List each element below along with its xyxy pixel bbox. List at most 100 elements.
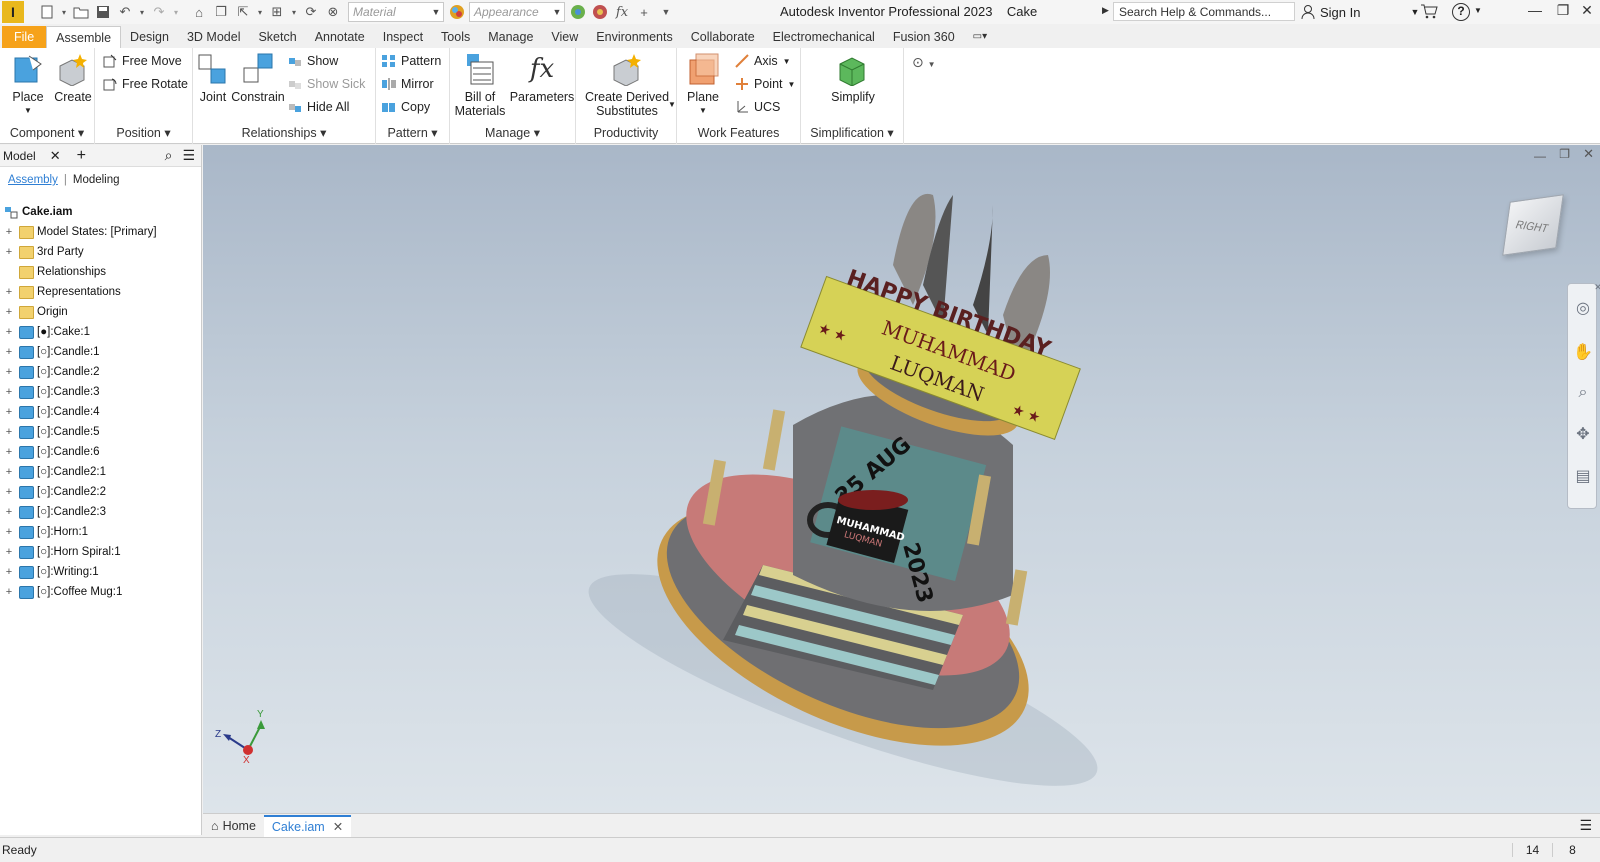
inventor-logo-icon[interactable]: I bbox=[2, 1, 24, 23]
axis-button[interactable]: Axis ▼ bbox=[735, 54, 791, 68]
measure-icon[interactable]: ⊞ bbox=[268, 3, 286, 21]
menu-icon[interactable]: ☰ bbox=[182, 147, 195, 164]
tree-node[interactable]: + [○]:Candle2:2 bbox=[0, 482, 202, 502]
measure-dropdown-icon[interactable]: ▾ bbox=[290, 3, 298, 21]
expand-icon[interactable]: + bbox=[3, 286, 15, 298]
create-derived-substitutes-button[interactable]: Create Derived Substitutes bbox=[581, 52, 673, 118]
tree-node[interactable]: Relationships bbox=[0, 262, 202, 282]
tree-node[interactable]: + [○]:Candle:3 bbox=[0, 382, 202, 402]
expand-icon[interactable]: + bbox=[3, 446, 15, 458]
tab-fusion-360[interactable]: Fusion 360 bbox=[884, 26, 964, 48]
subtab-assembly[interactable]: Assembly bbox=[8, 174, 58, 186]
tree-node[interactable]: + Representations bbox=[0, 282, 202, 302]
tab-design[interactable]: Design bbox=[121, 26, 178, 48]
pan-icon[interactable]: ✋ bbox=[1573, 342, 1593, 362]
project-icon[interactable]: ❐ bbox=[212, 3, 230, 21]
expand-icon[interactable]: + bbox=[3, 246, 15, 258]
joint-button[interactable]: Joint bbox=[195, 52, 231, 104]
doc-tab-cake[interactable]: Cake.iam ✕ bbox=[263, 814, 352, 837]
copy-button[interactable]: Copy bbox=[382, 100, 430, 114]
tree-node[interactable]: + Model States: [Primary] bbox=[0, 222, 202, 242]
expand-icon[interactable]: + bbox=[3, 366, 15, 378]
tab-environments[interactable]: Environments bbox=[587, 26, 681, 48]
expand-icon[interactable]: + bbox=[3, 526, 15, 538]
place-button[interactable]: Place ▼ bbox=[8, 52, 48, 118]
expand-icon[interactable]: + bbox=[3, 506, 15, 518]
tab-annotate[interactable]: Annotate bbox=[306, 26, 374, 48]
expand-icon[interactable]: + bbox=[3, 466, 15, 478]
tab-collaborate[interactable]: Collaborate bbox=[682, 26, 764, 48]
free-move-button[interactable]: Free Move bbox=[103, 54, 182, 68]
restore-button[interactable]: ❐ bbox=[1552, 2, 1574, 22]
parameters-button[interactable]: fx Parameters bbox=[510, 52, 575, 104]
tree-node[interactable]: + [○]:Candle:6 bbox=[0, 442, 202, 462]
tree-node[interactable]: + [○]:Coffee Mug:1 bbox=[0, 582, 202, 602]
sign-in-button[interactable]: Sign In ▼ bbox=[1300, 4, 1419, 20]
cart-icon[interactable] bbox=[1420, 3, 1438, 22]
simplification-panel-title[interactable]: Simplification ▾ bbox=[801, 125, 903, 140]
doc-tab-home[interactable]: ⌂ Home bbox=[203, 815, 264, 837]
chevron-down-icon[interactable]: ▼ bbox=[668, 100, 676, 109]
create-button[interactable]: Create bbox=[53, 52, 93, 104]
tab-manage[interactable]: Manage bbox=[479, 26, 542, 48]
ucs-button[interactable]: UCS bbox=[735, 100, 780, 114]
plane-button[interactable]: Plane ▼ bbox=[683, 52, 723, 118]
search-expand-icon[interactable]: ▶ bbox=[1102, 5, 1109, 16]
redo-dropdown-icon[interactable]: ▾ bbox=[172, 3, 180, 21]
free-rotate-button[interactable]: Free Rotate bbox=[103, 77, 188, 91]
tree-node[interactable]: + [○]:Candle:2 bbox=[0, 362, 202, 382]
look-at-icon[interactable]: ▤ bbox=[1573, 466, 1593, 486]
search-icon[interactable]: ⌕ bbox=[165, 147, 173, 164]
simplify-button[interactable]: Simplify bbox=[815, 52, 891, 104]
undo-dropdown-icon[interactable]: ▾ bbox=[138, 3, 146, 21]
bill-of-materials-button[interactable]: Bill of Materials bbox=[452, 52, 508, 118]
material-dropdown[interactable]: Material ▼ bbox=[348, 2, 444, 22]
tab-3d-model[interactable]: 3D Model bbox=[178, 26, 250, 48]
home-icon[interactable]: ⌂ bbox=[190, 3, 208, 21]
tree-node[interactable]: +3rd Party bbox=[0, 242, 202, 262]
pattern-button[interactable]: Pattern bbox=[382, 54, 441, 68]
relationships-panel-title[interactable]: Relationships ▾ bbox=[193, 125, 375, 140]
customize-qat-icon[interactable]: ▼ bbox=[657, 3, 675, 21]
tree-root[interactable]: Cake.iam bbox=[0, 202, 202, 222]
tree-node[interactable]: + [○]:Horn:1 bbox=[0, 522, 202, 542]
help-dropdown-icon[interactable]: ▼ bbox=[1474, 6, 1482, 15]
update-icon[interactable]: ⟳ bbox=[302, 3, 320, 21]
hide-all-button[interactable]: Hide All bbox=[288, 100, 349, 114]
new-dropdown-icon[interactable]: ▾ bbox=[60, 3, 68, 21]
close-icon[interactable]: ✕ bbox=[333, 819, 343, 834]
adjust-appearance-icon[interactable] bbox=[569, 3, 587, 21]
tab-electromechanical[interactable]: Electromechanical bbox=[764, 26, 884, 48]
tree-node[interactable]: + [●]:Cake:1 bbox=[0, 322, 202, 342]
tab-tools[interactable]: Tools bbox=[432, 26, 479, 48]
point-button[interactable]: Point ▼ bbox=[735, 77, 795, 91]
tree-node[interactable]: + [○]:Horn Spiral:1 bbox=[0, 542, 202, 562]
tab-sketch[interactable]: Sketch bbox=[249, 26, 305, 48]
expand-icon[interactable]: + bbox=[3, 346, 15, 358]
expand-icon[interactable]: + bbox=[3, 426, 15, 438]
help-icon[interactable]: ? bbox=[1452, 3, 1470, 21]
select-icon[interactable]: ⇱ bbox=[234, 3, 252, 21]
graphics-viewport[interactable]: — ❐ ✕ 25 AUG 2023 MUHAMMAD LUQMAN HAPPY … bbox=[203, 145, 1600, 813]
redo-icon[interactable]: ↷ bbox=[150, 3, 168, 21]
pattern-panel-title[interactable]: Pattern ▾ bbox=[376, 125, 449, 140]
expand-icon[interactable]: + bbox=[3, 566, 15, 578]
expand-icon[interactable]: + bbox=[3, 406, 15, 418]
position-panel-title[interactable]: Position ▾ bbox=[95, 125, 192, 140]
save-icon[interactable] bbox=[94, 3, 112, 21]
open-icon[interactable] bbox=[72, 3, 90, 21]
show-sick-button[interactable]: Show Sick bbox=[288, 77, 365, 91]
manage-panel-title[interactable]: Manage ▾ bbox=[450, 125, 575, 140]
tree-node[interactable]: + [○]:Candle:5 bbox=[0, 422, 202, 442]
ribbon-options-icon[interactable]: ⊙ ▼ bbox=[912, 54, 936, 71]
expand-icon[interactable]: + bbox=[3, 586, 15, 598]
undo-icon[interactable]: ↶ bbox=[116, 3, 134, 21]
tree-node[interactable]: + [○]:Writing:1 bbox=[0, 562, 202, 582]
viewcube[interactable]: RIGHT bbox=[1502, 194, 1564, 256]
show-button[interactable]: Show bbox=[288, 54, 338, 68]
tree-node[interactable]: + Origin bbox=[0, 302, 202, 322]
expand-icon[interactable]: + bbox=[3, 546, 15, 558]
mirror-button[interactable]: Mirror bbox=[382, 77, 434, 91]
tab-assemble[interactable]: Assemble bbox=[46, 26, 122, 48]
appearance-ball-icon[interactable] bbox=[448, 3, 466, 21]
